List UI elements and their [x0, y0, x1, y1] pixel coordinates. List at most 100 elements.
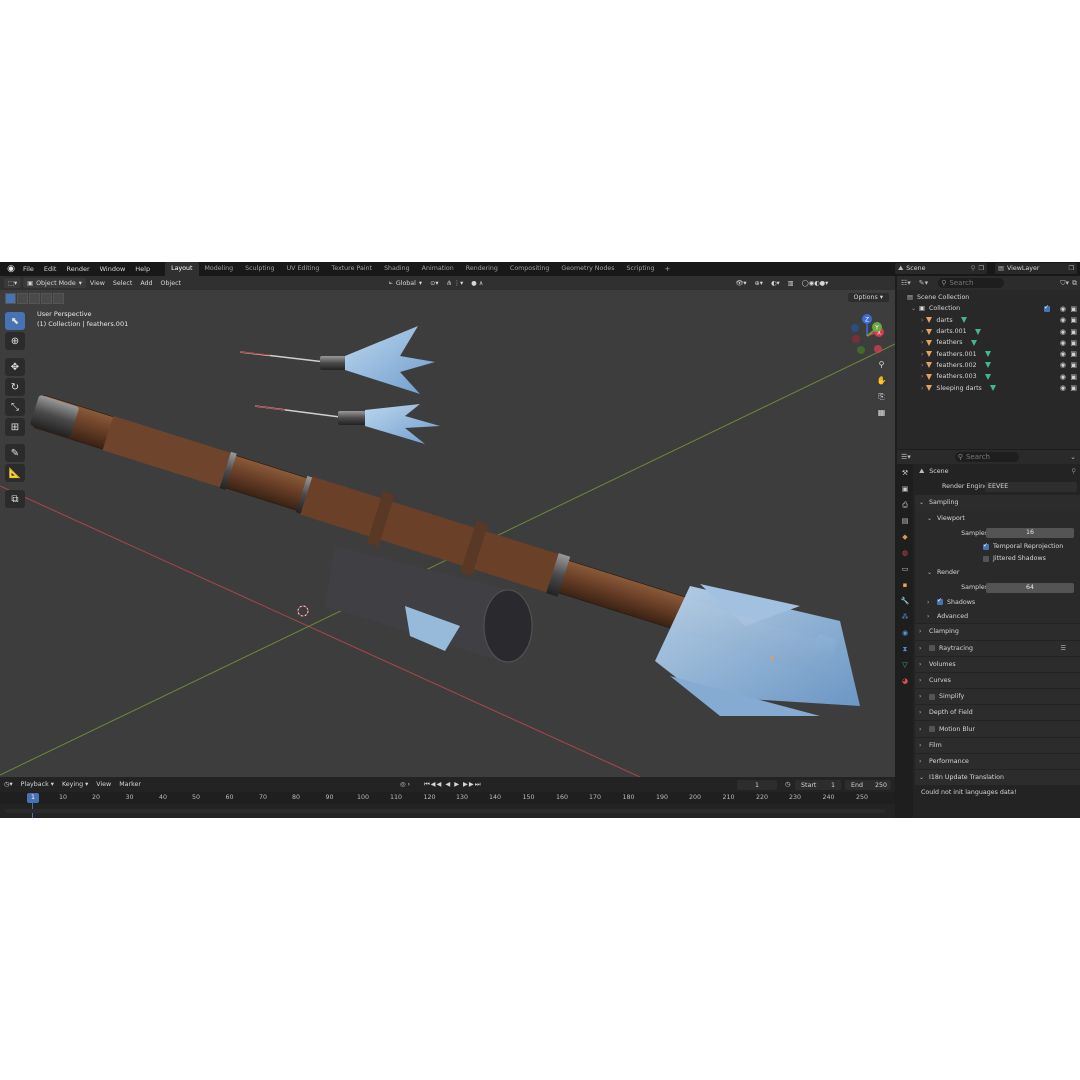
orientation-dropdown[interactable]: ⟀ Global ▾ — [385, 278, 426, 288]
camera-icon[interactable]: ▣ — [1070, 361, 1077, 369]
scene-selector[interactable]: ⛰ Scene ⚲ ❐ — [895, 263, 987, 274]
timeline-editor-icon[interactable]: ◷▾ — [0, 781, 17, 788]
eye-icon[interactable]: ◉ — [1060, 361, 1066, 369]
scene-tab-icon[interactable]: ◆ — [898, 530, 912, 544]
end-frame-field[interactable]: End 250 — [845, 780, 891, 790]
menu-window[interactable]: Window — [95, 262, 131, 276]
rotate-tool-icon[interactable]: ↻ — [5, 378, 25, 396]
zoom-icon[interactable]: ⚲ — [875, 358, 888, 371]
add-menu[interactable]: Add — [136, 280, 156, 287]
clamping-panel-header[interactable]: › Clamping — [915, 624, 1080, 640]
tool-tab-icon[interactable]: ⚒ — [898, 466, 912, 480]
eye-icon[interactable]: ◉ — [1060, 350, 1066, 358]
playhead[interactable]: 1 — [27, 793, 39, 803]
snap-icon[interactable]: ⋔ ⋮▾ — [443, 280, 468, 287]
camera-icon[interactable]: ▣ — [1070, 339, 1077, 347]
viewport-samples-field[interactable]: 16 — [986, 528, 1074, 539]
film-panel-header[interactable]: › Film — [915, 737, 1080, 753]
object-menu[interactable]: Object — [157, 280, 186, 287]
xray-icon[interactable]: ▥ — [784, 280, 798, 287]
eye-icon[interactable]: ◉ — [1060, 373, 1066, 381]
menu-edit[interactable]: Edit — [39, 262, 62, 276]
world-tab-icon[interactable]: ◍ — [898, 546, 912, 560]
jittered-shadows-checkbox[interactable] — [983, 555, 989, 562]
navigation-gizmo[interactable]: Z X Y — [850, 314, 890, 356]
depth-of-field-panel-header[interactable]: › Depth of Field — [915, 705, 1080, 721]
temporal-reprojection-row[interactable]: Temporal Reprojection — [915, 540, 1080, 553]
motion-blur-checkbox[interactable] — [929, 726, 935, 733]
tab-uv-editing[interactable]: UV Editing — [281, 262, 326, 276]
scale-tool-icon[interactable]: ⤡ — [5, 398, 25, 416]
camera-icon[interactable]: ▣ — [1070, 316, 1077, 324]
camera-view-icon[interactable]: ⎘ — [875, 390, 888, 403]
constraints-tab-icon[interactable]: ⧗ — [898, 642, 912, 656]
chevron-down-icon[interactable]: ⌄ — [911, 305, 916, 312]
menu-render[interactable]: Render — [61, 262, 94, 276]
simplify-checkbox[interactable] — [929, 693, 935, 700]
marker-menu[interactable]: Marker — [115, 781, 145, 788]
select-extend-icon[interactable] — [17, 293, 28, 304]
properties-editor-icon[interactable]: ☰▾ — [901, 453, 911, 461]
particles-tab-icon[interactable]: ⁂ — [898, 610, 912, 624]
tab-shading[interactable]: Shading — [378, 262, 416, 276]
filter-edit-icon[interactable]: ✎▾ — [919, 279, 928, 287]
outliner-search[interactable]: ⚲ Search — [938, 278, 1005, 288]
raytracing-panel-header[interactable]: › Raytracing ☰ — [915, 640, 1080, 656]
outliner-item[interactable]: › feathers.002 ◉ ▣ — [897, 360, 1080, 371]
playback-controls-icon[interactable]: ⏮◀◀ ◀ ▶ ▶▶⏭ — [420, 781, 485, 789]
collection-row[interactable]: ⌄ ▣ Collection ◉ ▣ — [897, 303, 1080, 314]
eye-icon[interactable]: ◉ — [1060, 316, 1066, 324]
viewport-subpanel-header[interactable]: ⌄ Viewport — [915, 510, 1080, 526]
move-tool-icon[interactable]: ✥ — [5, 358, 25, 376]
pin-icon[interactable]: ⚲ — [1071, 468, 1076, 475]
current-frame-field[interactable]: 1 — [737, 780, 777, 790]
transform-tool-icon[interactable]: ⊞ — [5, 418, 25, 436]
mode-dropdown[interactable]: ▣ Object Mode ▾ — [23, 278, 86, 288]
proportional-edit-icon[interactable]: ● ∧ — [467, 280, 487, 287]
filter-icon[interactable]: ⛉▾ — [1060, 279, 1069, 288]
eye-icon[interactable]: ◉ — [1060, 305, 1066, 313]
eye-icon[interactable]: ◉ — [1060, 339, 1066, 347]
tab-geometry-nodes[interactable]: Geometry Nodes — [555, 262, 620, 276]
tab-compositing[interactable]: Compositing — [504, 262, 555, 276]
tab-modeling[interactable]: Modeling — [199, 262, 240, 276]
scene-collection-row[interactable]: ▤ Scene Collection — [897, 292, 1080, 303]
outliner-item[interactable]: › darts.001 ◉ ▣ — [897, 326, 1080, 337]
chevron-right-icon[interactable]: › — [921, 328, 923, 335]
sampling-panel-header[interactable]: ⌄ Sampling — [915, 495, 1080, 511]
tab-layout[interactable]: Layout — [165, 262, 199, 276]
timeline-scrollbar[interactable] — [5, 809, 885, 813]
shadows-checkbox[interactable] — [937, 597, 943, 606]
collection-tab-icon[interactable]: ▭ — [898, 562, 912, 576]
raytracing-checkbox[interactable] — [929, 645, 935, 652]
outliner-item[interactable]: › feathers ◉ ▣ — [897, 337, 1080, 348]
chevron-right-icon[interactable]: › — [921, 351, 923, 358]
object-tab-icon[interactable]: ▪ — [898, 578, 912, 592]
performance-panel-header[interactable]: › Performance — [915, 753, 1080, 769]
add-cube-tool-icon[interactable]: ⧉ — [5, 490, 25, 508]
modifier-tab-icon[interactable]: 🔧 — [898, 594, 912, 608]
menu-help[interactable]: Help — [130, 262, 155, 276]
render-samples-field[interactable]: 64 — [986, 582, 1074, 593]
chevron-right-icon[interactable]: › — [921, 317, 923, 324]
select-intersect-icon[interactable] — [53, 293, 64, 304]
shadows-subpanel-header[interactable]: › Shadows — [915, 595, 1080, 610]
pivot-icon[interactable]: ⊙▾ — [426, 280, 442, 287]
add-workspace-button[interactable]: + — [661, 265, 675, 273]
visibility-icon[interactable]: 👁▾ — [731, 279, 750, 287]
curves-panel-header[interactable]: › Curves — [915, 672, 1080, 689]
playback-menu[interactable]: Playback ▾ — [17, 781, 58, 788]
i18n-panel-header[interactable]: ⌄ I18n Update Translation — [915, 770, 1080, 786]
display-mode-icon[interactable]: ☷▾ — [901, 279, 911, 287]
output-tab-icon[interactable]: ⎙ — [898, 498, 912, 512]
blender-logo-icon[interactable]: ◉ — [4, 262, 18, 276]
pan-hand-icon[interactable]: ✋ — [875, 374, 888, 387]
clock-icon[interactable]: ◷ — [781, 781, 795, 788]
start-frame-field[interactable]: Start 1 — [795, 780, 841, 790]
camera-icon[interactable]: ▣ — [1070, 350, 1077, 358]
select-subtract-icon[interactable] — [29, 293, 40, 304]
copy-viewlayer-icon[interactable]: ❐ — [1068, 265, 1074, 272]
view-layer-tab-icon[interactable]: ▤ — [898, 514, 912, 528]
gizmo-toggle-icon[interactable]: ⊕▾ — [751, 280, 767, 287]
autokey-icon[interactable]: ◎ › — [396, 781, 414, 788]
